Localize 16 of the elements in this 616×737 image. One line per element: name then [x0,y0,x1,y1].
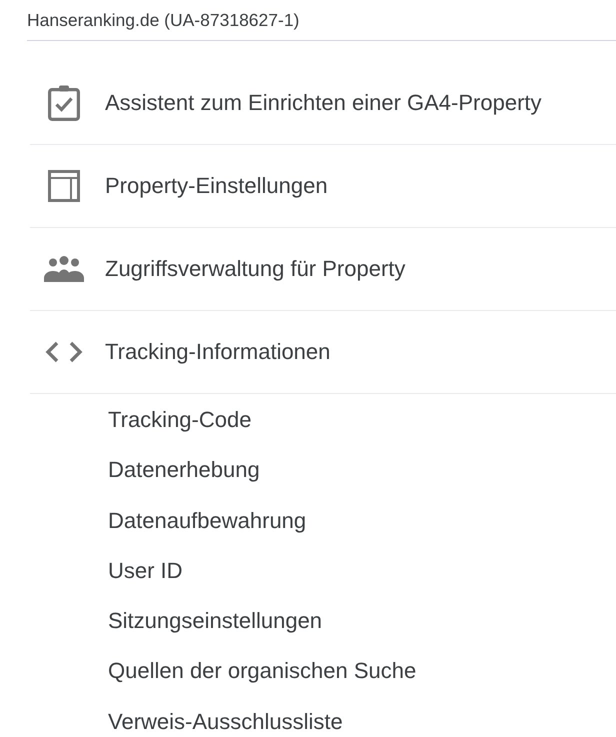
submenu-item[interactable]: Datenerhebung [108,457,260,484]
clipboard-check-icon [48,85,80,121]
submenu-item[interactable]: Quellen der organischen Suche [108,658,416,684]
submenu-item[interactable]: Datenaufbewahrung [108,508,306,534]
people-icon [44,256,84,282]
menu-item[interactable]: Property-Einstellungen [44,170,328,202]
submenu-item[interactable]: Verweis-Ausschlussliste [108,708,343,735]
menu-item[interactable]: Assistent zum Einrichten einer GA4-Property [44,85,542,121]
menu-item[interactable]: Tracking-Informationen [44,339,330,365]
submenu-item[interactable]: User ID [108,558,183,584]
submenu-item[interactable]: Sitzungseinstellungen [108,608,322,634]
menu-item[interactable]: Zugriffsverwaltung für Property [44,256,406,282]
submenu-item[interactable]: Tracking-Code [108,407,252,433]
code-brackets-icon [45,341,83,363]
property-title: Hanseranking.de (UA-87318627-1) [27,10,300,30]
layout-icon [48,170,80,202]
